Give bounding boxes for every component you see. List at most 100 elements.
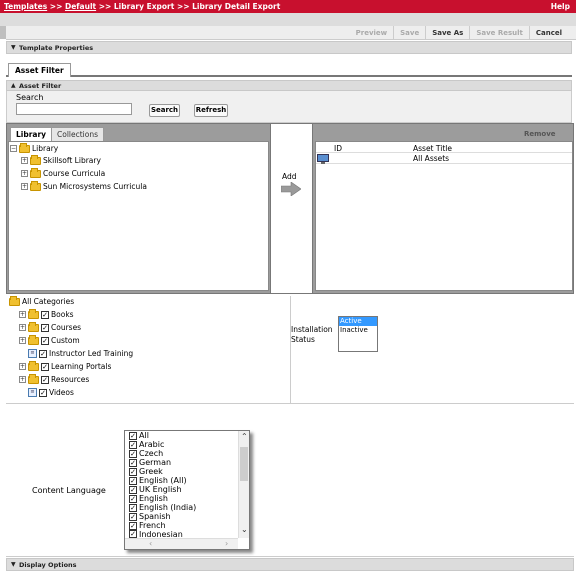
language-option[interactable]: ✓ UK English — [129, 485, 182, 494]
save-as-button[interactable]: Save As — [425, 26, 469, 40]
content-language-list[interactable]: ✓ All ✓ Arabic ✓ Czech ✓ German ✓ Greek ✓ Engl… — [124, 430, 250, 550]
scroll-left-icon[interactable]: ‹ — [149, 539, 152, 548]
language-checkbox[interactable]: ✓ — [129, 431, 137, 440]
scrollbar-thumb[interactable] — [240, 447, 248, 481]
category-item[interactable]: ≡ ✓ Videos — [28, 388, 74, 397]
save-result-button[interactable]: Save Result — [469, 26, 529, 40]
add-arrow-icon[interactable] — [281, 182, 301, 196]
category-checkbox[interactable]: ✓ — [41, 323, 49, 332]
expand-icon[interactable]: + — [21, 183, 28, 190]
library-tree: − Library + Skillsoft Library + Course C… — [8, 141, 269, 291]
expand-icon[interactable]: + — [19, 363, 26, 370]
remove-button[interactable]: Remove — [524, 130, 556, 138]
category-checkbox[interactable]: ✓ — [41, 310, 49, 319]
installation-label-line2: Status — [291, 335, 315, 344]
language-checkbox[interactable]: ✓ — [129, 458, 137, 467]
folder-icon — [30, 154, 41, 165]
scroll-down-icon[interactable]: ⌄ — [241, 525, 248, 534]
category-label: Books — [51, 310, 74, 319]
tree-item-all-categories[interactable]: All Categories — [9, 295, 74, 306]
language-option[interactable]: ✓ English (All) — [129, 476, 187, 485]
table-row[interactable]: All Assets — [316, 152, 572, 164]
display-options-bar[interactable]: ▼ Display Options — [6, 558, 574, 571]
language-option[interactable]: ✓ English — [129, 494, 168, 503]
language-checkbox[interactable]: ✓ — [129, 476, 137, 485]
expand-icon[interactable]: + — [19, 337, 26, 344]
category-item[interactable]: ≡ ✓ Instructor Led Training — [28, 349, 133, 358]
tab-collections[interactable]: Collections — [51, 127, 105, 141]
help-link[interactable]: Help — [551, 0, 570, 13]
category-item[interactable]: + ✓ Learning Portals — [19, 360, 111, 371]
expand-icon[interactable]: + — [21, 170, 28, 177]
installation-label-line1: Installation — [291, 325, 333, 334]
category-item[interactable]: + ✓ Books — [19, 308, 74, 319]
tab-asset-filter[interactable]: Asset Filter — [8, 63, 71, 77]
language-option[interactable]: ✓ French — [129, 521, 166, 530]
preview-button[interactable]: Preview — [350, 26, 394, 40]
tree-item-label: Course Curricula — [43, 169, 106, 178]
language-option[interactable]: ✓ Greek — [129, 467, 163, 476]
language-checkbox[interactable]: ✓ — [129, 449, 137, 458]
asset-filter-label: Asset Filter — [19, 82, 62, 90]
language-option[interactable]: ✓ Arabic — [129, 440, 164, 449]
tree-item-course-curricula[interactable]: + Course Curricula — [21, 167, 106, 178]
add-column — [271, 123, 312, 294]
cancel-button[interactable]: Cancel — [528, 26, 568, 40]
language-option[interactable]: ✓ Indonesian — [129, 530, 183, 538]
installation-status-list[interactable]: Active Inactive — [338, 316, 378, 352]
language-checkbox[interactable]: ✓ — [129, 467, 137, 476]
language-option[interactable]: ✓ Spanish — [129, 512, 171, 521]
language-checkbox[interactable]: ✓ — [129, 512, 137, 521]
category-checkbox[interactable]: ✓ — [41, 362, 49, 371]
tree-item-label: Library — [32, 144, 59, 153]
language-option[interactable]: ✓ All — [129, 431, 149, 440]
expand-icon[interactable]: + — [21, 157, 28, 164]
installation-panel — [291, 296, 574, 404]
tab-library[interactable]: Library — [10, 127, 53, 141]
status-option-active[interactable]: Active — [339, 317, 377, 326]
category-item[interactable]: + ✓ Courses — [19, 321, 81, 332]
template-properties-bar[interactable]: ▼ Template Properties — [6, 41, 572, 54]
category-checkbox[interactable]: ✓ — [39, 388, 47, 397]
scroll-up-icon[interactable]: ⌃ — [241, 432, 248, 441]
breadcrumb-templates-link[interactable]: Templates — [4, 2, 47, 11]
language-label: Spanish — [139, 512, 171, 521]
language-checkbox[interactable]: ✓ — [129, 494, 137, 503]
save-button[interactable]: Save — [393, 26, 425, 40]
monitor-icon — [317, 154, 329, 164]
category-checkbox[interactable]: ✓ — [39, 349, 47, 358]
asset-filter-bar[interactable]: ▲ Asset Filter — [6, 80, 572, 91]
language-checkbox[interactable]: ✓ — [129, 440, 137, 449]
collapse-icon[interactable]: − — [10, 145, 17, 152]
horizontal-scrollbar[interactable]: ‹ › — [125, 538, 238, 549]
tree-item-skillsoft-library[interactable]: + Skillsoft Library — [21, 154, 101, 165]
expand-icon[interactable]: + — [19, 376, 26, 383]
refresh-button[interactable]: Refresh — [194, 104, 228, 117]
category-label: Videos — [49, 388, 74, 397]
search-button[interactable]: Search — [149, 104, 180, 117]
language-option[interactable]: ✓ English (India) — [129, 503, 196, 512]
scroll-right-icon[interactable]: › — [225, 539, 228, 548]
category-checkbox[interactable]: ✓ — [41, 375, 49, 384]
top-bar: Templates >> Default >> Library Export >… — [0, 0, 576, 13]
language-label: Czech — [139, 449, 164, 458]
vertical-scrollbar[interactable]: ⌃ ⌄ — [238, 431, 249, 538]
expand-icon[interactable]: + — [19, 324, 26, 331]
language-option[interactable]: ✓ German — [129, 458, 171, 467]
language-checkbox[interactable]: ✓ — [129, 530, 137, 538]
status-option-inactive[interactable]: Inactive — [339, 326, 377, 335]
category-item[interactable]: + ✓ Resources — [19, 373, 89, 384]
expand-icon[interactable]: + — [19, 311, 26, 318]
category-item[interactable]: + ✓ Custom — [19, 334, 80, 345]
language-option[interactable]: ✓ Czech — [129, 449, 163, 458]
language-checkbox[interactable]: ✓ — [129, 503, 137, 512]
search-input[interactable] — [16, 103, 132, 115]
search-label: Search — [16, 93, 44, 102]
language-checkbox[interactable]: ✓ — [129, 485, 137, 494]
tree-item-sun-microsystems-curricula[interactable]: + Sun Microsystems Curricula — [21, 180, 147, 191]
breadcrumb-default-link[interactable]: Default — [65, 2, 96, 11]
category-checkbox[interactable]: ✓ — [41, 336, 49, 345]
language-checkbox[interactable]: ✓ — [129, 521, 137, 530]
chevron-up-icon: ▲ — [11, 82, 16, 89]
tree-item-library[interactable]: − Library — [10, 142, 59, 153]
